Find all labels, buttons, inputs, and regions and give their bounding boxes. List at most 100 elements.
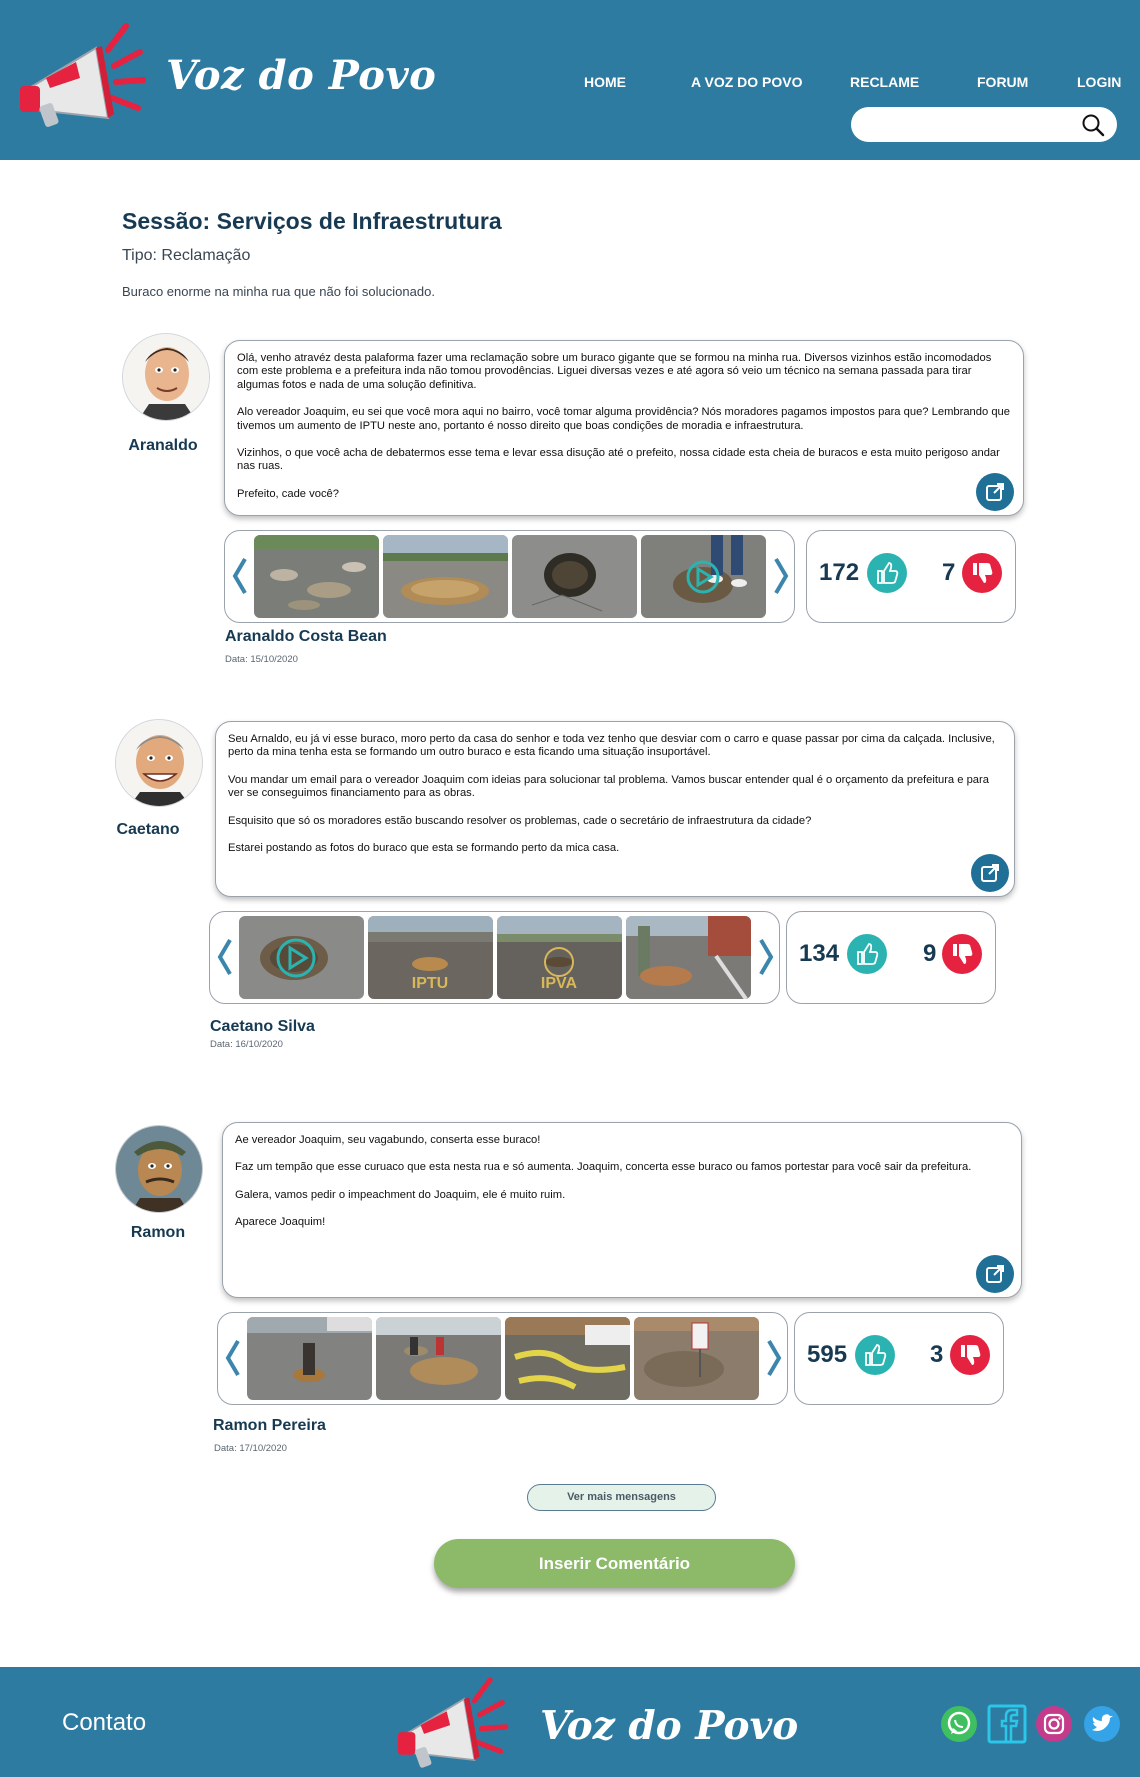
vote-panel: 172 7 xyxy=(806,530,1016,623)
share-button[interactable] xyxy=(976,1255,1014,1293)
comment-paragraph: Galera, vamos pedir o impeachment do Joa… xyxy=(235,1188,566,1201)
avatar[interactable] xyxy=(115,719,203,807)
page-title: Sessão: Serviços de Infraestrutura xyxy=(122,208,502,234)
like-button[interactable] xyxy=(855,1335,895,1375)
like-button[interactable] xyxy=(847,934,887,974)
author-full-name[interactable]: Caetano Silva xyxy=(210,1018,315,1036)
session-type: Tipo: Reclamação xyxy=(122,247,251,264)
photo-thumbnail[interactable] xyxy=(247,1317,372,1400)
avatar[interactable] xyxy=(122,333,210,421)
avatar-face-icon xyxy=(116,720,202,806)
photo-thumbnail[interactable] xyxy=(512,535,637,618)
share-button[interactable] xyxy=(976,473,1014,511)
nav-forum[interactable]: FORUM xyxy=(977,74,1028,90)
whatsapp-icon[interactable] xyxy=(940,1705,978,1743)
photo-thumbnail[interactable] xyxy=(254,535,379,618)
photo-thumbnail[interactable] xyxy=(634,1317,759,1400)
nav-reclame[interactable]: RECLAME xyxy=(850,74,919,90)
comment-paragraph: Aparece Joaquim! xyxy=(235,1216,326,1229)
photo-text-ipva: IPVA xyxy=(541,975,578,992)
comment-paragraph: Prefeito, cade você? xyxy=(237,487,339,500)
nav-home[interactable]: HOME xyxy=(584,74,626,90)
chevron-right-icon[interactable] xyxy=(770,553,792,599)
thumbs-up-icon xyxy=(857,943,879,965)
dislike-button[interactable] xyxy=(942,934,982,974)
comment-bubble: Ae vereador Joaquim, seu vagabundo, cons… xyxy=(222,1122,1022,1298)
photo-thumbnail[interactable]: IPTU xyxy=(368,916,493,999)
avatar-face-icon xyxy=(123,334,209,420)
like-count: 134 xyxy=(799,940,840,967)
dislike-count: 7 xyxy=(942,559,956,586)
comment-bubble: Olá, venho atravéz desta palaforma fazer… xyxy=(224,340,1024,516)
megaphone-logo-icon xyxy=(397,1677,509,1768)
session-description: Buraco enorme na minha rua que não foi s… xyxy=(122,284,435,299)
dislike-button[interactable] xyxy=(962,553,1002,593)
avatar-face-icon xyxy=(116,1126,202,1212)
comment-paragraph: Seu Arnaldo, eu já vi esse buraco, moro … xyxy=(228,733,995,759)
comment-bubble: Seu Arnaldo, eu já vi esse buraco, moro … xyxy=(215,721,1015,897)
contact-link[interactable]: Contato xyxy=(62,1709,146,1737)
photo-gallery: IPTU IPVA xyxy=(209,911,780,1004)
dislike-count: 3 xyxy=(930,1341,944,1368)
search-input[interactable] xyxy=(851,107,1117,142)
post-date: Data: 16/10/2020 xyxy=(210,1039,283,1050)
author-short-name[interactable]: Ramon xyxy=(98,1224,218,1242)
author-short-name[interactable]: Aranaldo xyxy=(103,437,223,455)
external-link-icon xyxy=(986,1265,1004,1283)
comment-paragraph: Esquisito que só os moradores estão busc… xyxy=(228,814,812,827)
more-messages-button[interactable]: Ver mais mensagens xyxy=(527,1484,716,1511)
photo-thumbnail[interactable]: IPVA xyxy=(497,916,622,999)
chevron-right-icon[interactable] xyxy=(763,1335,785,1381)
post-date: Data: 17/10/2020 xyxy=(214,1443,287,1454)
nav-a-voz-do-povo[interactable]: A VOZ DO POVO xyxy=(691,74,803,90)
photo-thumbnail[interactable] xyxy=(505,1317,630,1400)
chevron-left-icon[interactable] xyxy=(222,1335,244,1381)
footer: Contato Voz do Povo xyxy=(0,1667,1140,1777)
comment-paragraph: Olá, venho atravéz desta palaforma fazer… xyxy=(237,352,992,391)
photo-thumbnail[interactable] xyxy=(626,916,751,999)
comment-paragraph: Faz um tempão que esse curuaco que esta … xyxy=(235,1161,972,1174)
facebook-icon[interactable] xyxy=(987,1704,1027,1744)
insert-comment-button[interactable]: Inserir Comentário xyxy=(434,1539,795,1588)
thumbs-down-icon xyxy=(953,944,973,964)
chevron-left-icon[interactable] xyxy=(214,934,236,980)
comment-paragraph: Vou mandar um email para o vereador Joaq… xyxy=(228,773,989,800)
author-full-name[interactable]: Aranaldo Costa Bean xyxy=(225,628,387,646)
photo-thumbnail-video[interactable] xyxy=(239,916,364,999)
photo-gallery xyxy=(217,1312,788,1405)
megaphone-logo-icon xyxy=(20,23,146,127)
external-link-icon xyxy=(981,864,999,882)
comment-paragraph: Estarei postando as fotos do buraco que … xyxy=(228,842,620,855)
brand-title[interactable]: Voz do Povo xyxy=(166,52,436,99)
comment-paragraph: Ae vereador Joaquim, seu vagabundo, cons… xyxy=(235,1134,541,1146)
chevron-left-icon[interactable] xyxy=(229,553,251,599)
dislike-button[interactable] xyxy=(950,1335,990,1375)
dislike-count: 9 xyxy=(923,940,937,967)
nav-login[interactable]: LOGIN xyxy=(1077,74,1121,90)
photo-thumbnail[interactable] xyxy=(383,535,508,618)
author-short-name[interactable]: Caetano xyxy=(88,821,208,839)
search-icon[interactable] xyxy=(1081,113,1105,137)
vote-panel: 595 3 xyxy=(794,1312,1004,1405)
like-count: 172 xyxy=(819,559,860,586)
photo-gallery xyxy=(224,530,795,623)
photo-text-iptu: IPTU xyxy=(412,975,448,992)
twitter-icon[interactable] xyxy=(1083,1705,1121,1743)
thumbs-down-icon xyxy=(961,1345,981,1365)
photo-thumbnail[interactable] xyxy=(376,1317,501,1400)
external-link-icon xyxy=(986,483,1004,501)
instagram-icon[interactable] xyxy=(1035,1705,1073,1743)
photo-thumbnail-video[interactable] xyxy=(641,535,766,618)
like-button[interactable] xyxy=(867,553,907,593)
comment-paragraph: Vizinhos, o que você acha de debatermos … xyxy=(237,447,1000,473)
header: Voz do Povo HOME A VOZ DO POVO RECLAME F… xyxy=(0,0,1140,160)
share-button[interactable] xyxy=(971,854,1009,892)
like-count: 595 xyxy=(807,1341,848,1368)
avatar[interactable] xyxy=(115,1125,203,1213)
thumbs-up-icon xyxy=(877,562,899,584)
footer-brand-title: Voz do Povo xyxy=(540,1703,799,1749)
chevron-right-icon[interactable] xyxy=(755,934,777,980)
author-full-name[interactable]: Ramon Pereira xyxy=(213,1417,326,1435)
vote-panel: 134 9 xyxy=(786,911,996,1004)
page: Voz do Povo HOME A VOZ DO POVO RECLAME F… xyxy=(0,0,1140,1777)
